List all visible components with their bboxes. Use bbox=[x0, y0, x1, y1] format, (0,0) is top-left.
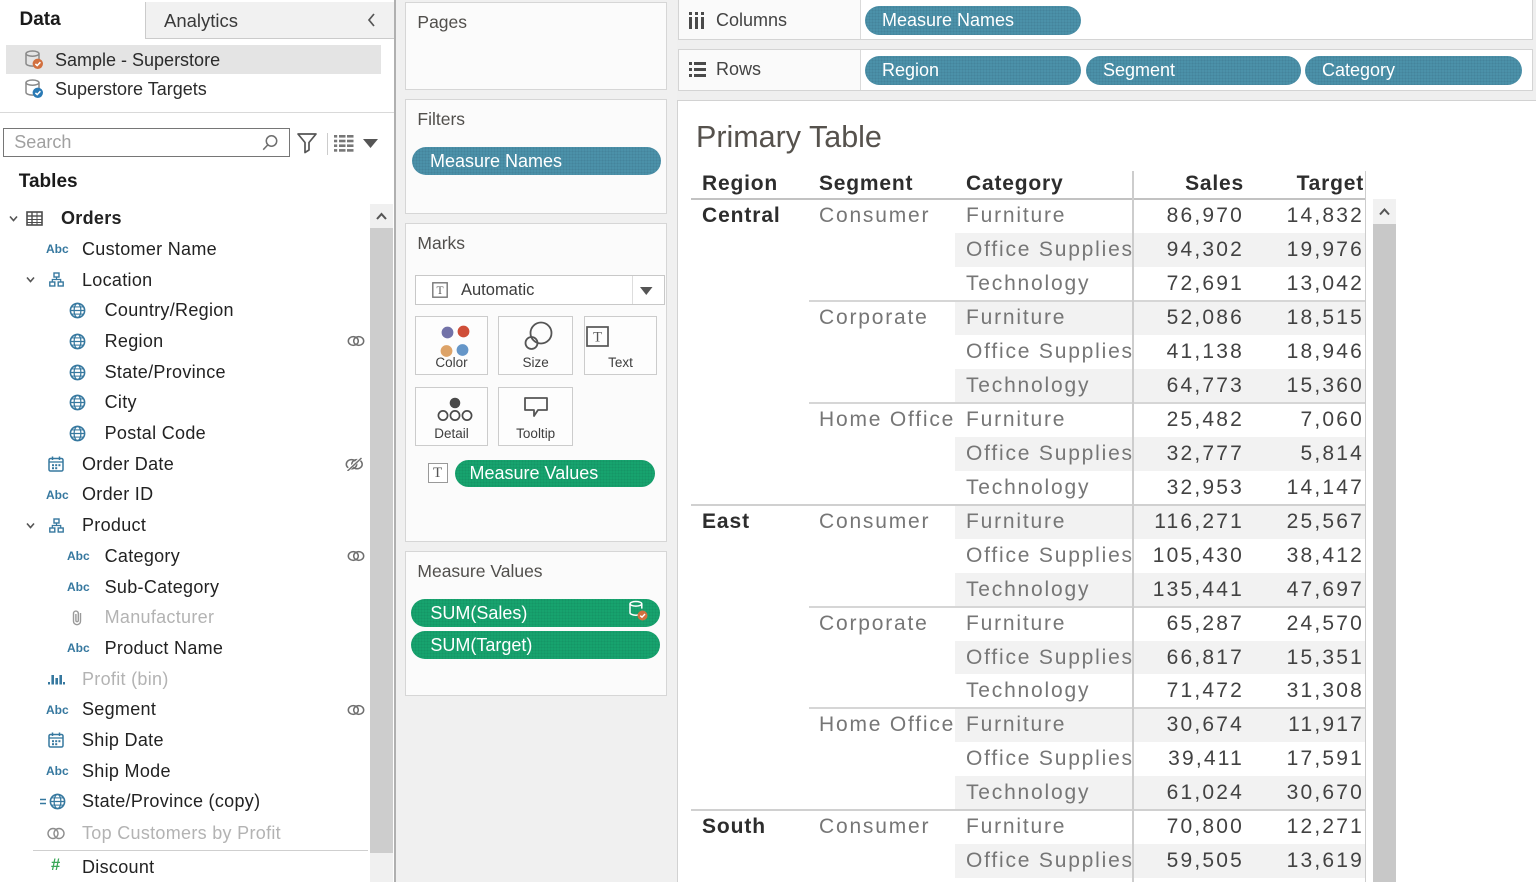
svg-text:T: T bbox=[436, 285, 443, 297]
svg-text:T: T bbox=[593, 330, 602, 346]
